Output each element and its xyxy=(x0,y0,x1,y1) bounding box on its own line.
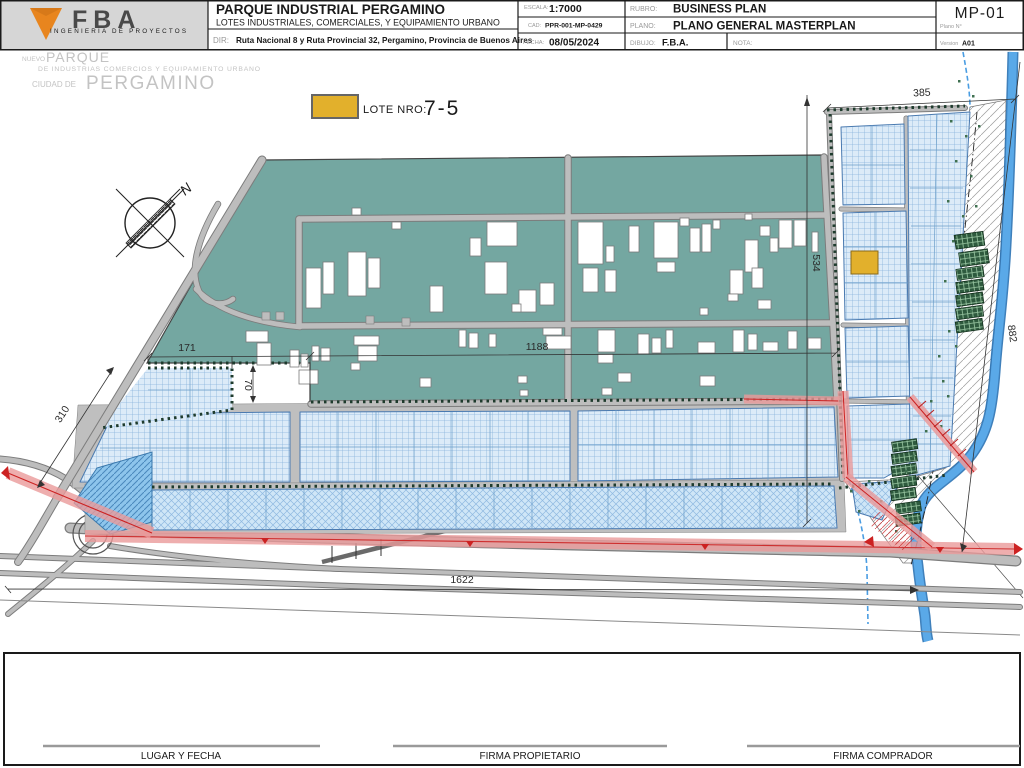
dibujo-value: F.B.A. xyxy=(662,38,688,49)
dimension-70: 70 xyxy=(242,365,256,403)
legend-swatch xyxy=(311,94,359,119)
sheet-code: MP-01 xyxy=(955,5,1006,22)
svg-text:534: 534 xyxy=(810,254,822,272)
legend: LOTE NRO: 7-5 xyxy=(311,94,460,120)
svg-text:385: 385 xyxy=(913,87,931,100)
project-watermark: NUEVO PARQUE DE INDUSTRIAS COMERCIOS Y E… xyxy=(22,49,261,94)
lot-blocks-row-1 xyxy=(79,406,839,483)
svg-text:PARQUE: PARQUE xyxy=(46,49,110,65)
cad-value: PPR-001-MP-0429 xyxy=(545,23,603,30)
svg-text:1622: 1622 xyxy=(450,574,474,586)
svg-text:CIUDAD DE: CIUDAD DE xyxy=(32,80,76,89)
rubro-label: RUBRO: xyxy=(630,6,657,13)
plano-value: PLANO GENERAL MASTERPLAN xyxy=(673,21,856,33)
signature-label-lugar: LUGAR Y FECHA xyxy=(141,751,222,762)
thin-road-line xyxy=(0,599,1021,636)
nota-label: NOTA: xyxy=(733,40,753,47)
sheet-title: PARQUE INDUSTRIAL PERGAMINO xyxy=(216,2,445,17)
svg-text:DE INDUSTRIAS COMERCIOS Y EQUI: DE INDUSTRIAS COMERCIOS Y EQUIPAMIENTO U… xyxy=(38,66,261,73)
cad-label: CAD: xyxy=(528,23,542,29)
fecha-value: 08/05/2024 xyxy=(549,38,599,49)
dibujo-label: DIBUJO: xyxy=(630,40,656,47)
svg-text:70: 70 xyxy=(242,379,254,391)
sheet-subtitle: LOTES INDUSTRIALES, COMERCIALES, Y EQUIP… xyxy=(216,18,500,28)
dir-label: DIR: xyxy=(213,36,229,45)
svg-text:1188: 1188 xyxy=(526,341,549,353)
north-arrow-icon: N xyxy=(115,179,196,258)
signature-footer: LUGAR Y FECHA FIRMA PROPIETARIO FIRMA CO… xyxy=(3,652,1021,766)
logo-tagline: INGENIERIA DE PROYECTOS xyxy=(50,28,188,35)
title-block: FBA INGENIERIA DE PROYECTOS PARQUE INDUS… xyxy=(0,0,1024,51)
masterplan-sheet: 385 534 882 171 1188 70 310 1622 N LOTE … xyxy=(0,0,1024,768)
signature-label-comprador: FIRMA COMPRADOR xyxy=(833,751,932,762)
highlight-lot-7-5 xyxy=(850,250,879,275)
escala-label: ESCALA: xyxy=(524,5,549,11)
svg-text:310: 310 xyxy=(53,404,73,425)
legend-label: LOTE NRO: xyxy=(363,104,427,116)
rubro-value: BUSINESS PLAN xyxy=(673,4,766,16)
version-label: Version xyxy=(940,41,958,47)
plan-canvas: 385 534 882 171 1188 70 310 1622 N LOTE … xyxy=(0,0,1024,766)
version-value: A01 xyxy=(962,41,975,48)
signature-label-propietario: FIRMA PROPIETARIO xyxy=(480,751,581,762)
escala-value: 1:7000 xyxy=(549,3,582,15)
site-plan: 385 534 882 171 1188 70 310 1622 N LOTE … xyxy=(0,49,1024,643)
plano-label: PLANO: xyxy=(630,23,656,30)
svg-text:PERGAMINO: PERGAMINO xyxy=(86,73,216,94)
fecha-label: FECHA: xyxy=(523,40,545,46)
dir-value: Ruta Nacional 8 y Ruta Provincial 32, Pe… xyxy=(236,36,533,45)
svg-text:N: N xyxy=(177,179,196,198)
lot-strip-row-2 xyxy=(151,485,838,531)
svg-text:NUEVO: NUEVO xyxy=(22,56,45,63)
legend-value: 7-5 xyxy=(424,97,460,120)
plano-n-label: Plano N° xyxy=(940,24,962,30)
stream-dashed-upper xyxy=(962,51,971,109)
svg-text:882: 882 xyxy=(1005,324,1019,343)
svg-text:171: 171 xyxy=(178,342,196,354)
